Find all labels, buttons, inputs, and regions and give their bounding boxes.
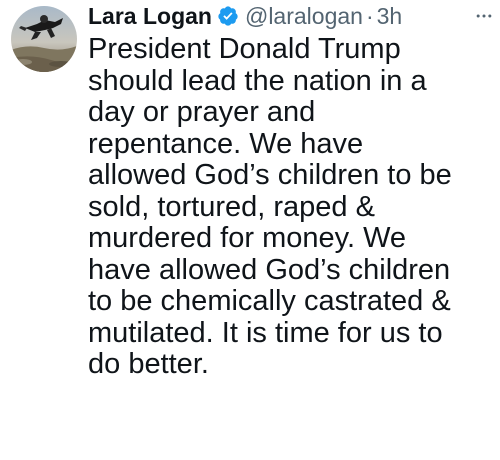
tweet-text-line: repentance. We have [88, 127, 364, 160]
avatar[interactable] [11, 6, 77, 72]
tweet-text-line: to be chemically castrated & [88, 285, 451, 317]
tweet-text-line: do better. [88, 348, 209, 380]
author-handle[interactable]: @laralogan [245, 3, 363, 30]
more-horizontal-icon [476, 14, 492, 18]
tweet-text-line: day or prayer and [88, 96, 316, 128]
more-options-button[interactable] [468, 0, 500, 32]
tweet-text-line: murdered for money. We [88, 222, 407, 254]
tweet-text-line: President Donald Trump [88, 33, 401, 65]
separator-dot: · [365, 2, 374, 29]
tweet-timestamp[interactable]: 3h [377, 3, 403, 30]
tweet-text-line: mutilated. It is time for us to [88, 316, 443, 349]
author-display-name[interactable]: Lara Logan [88, 3, 212, 30]
tweet-text-line: sold, tortured, raped & [88, 190, 375, 223]
tweet-header: Lara Logan @laralogan · 3h [88, 0, 498, 32]
tweet-text-line: have allowed God’s children [88, 253, 451, 286]
avatar-skydiving-photo [11, 6, 77, 72]
tweet-text: President Donald Trump should lead the n… [88, 33, 493, 381]
tweet: Lara Logan @laralogan · 3h President Don… [0, 0, 500, 460]
tweet-text-line: allowed God’s children to be [88, 159, 452, 191]
verified-badge-icon [217, 5, 239, 27]
tweet-text-line: should lead the nation in a [88, 64, 427, 97]
